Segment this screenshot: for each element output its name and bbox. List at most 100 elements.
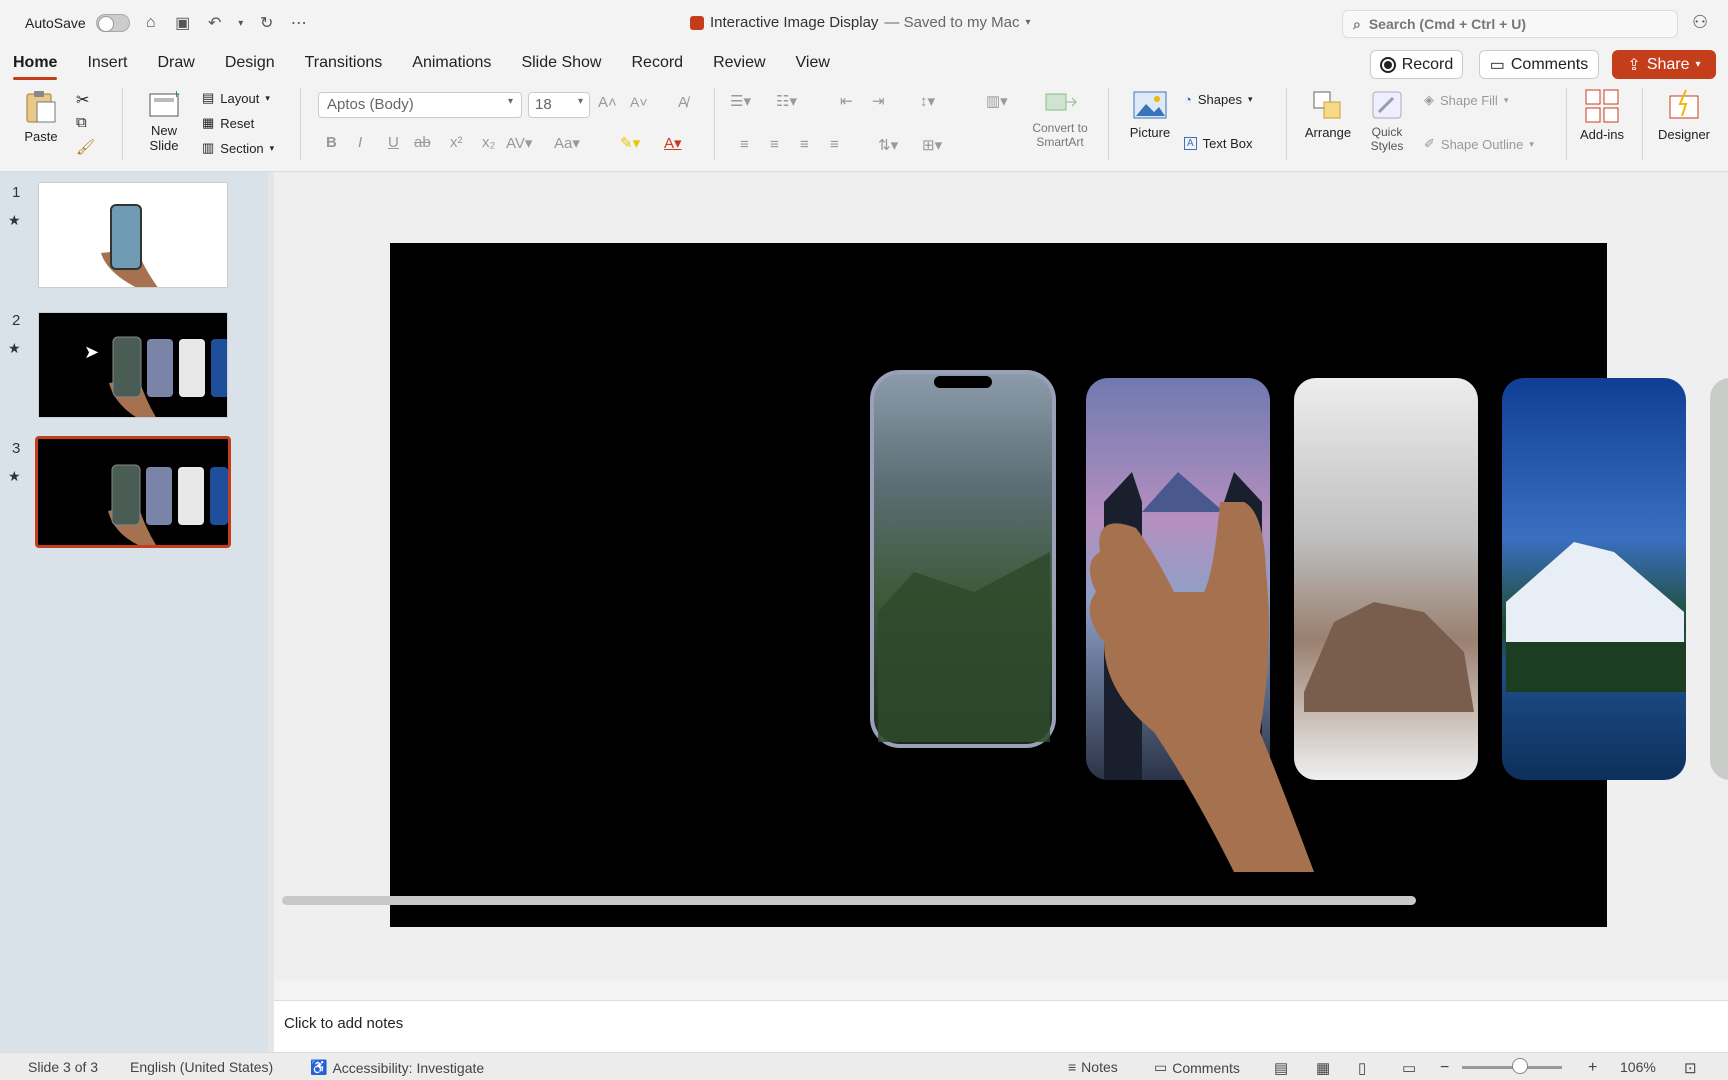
tab-view[interactable]: View — [796, 46, 844, 82]
notes-toggle[interactable]: ≡ Notes — [1068, 1059, 1118, 1075]
save-icon[interactable]: ▣ — [172, 13, 194, 33]
layout-button[interactable]: ▤ Layout ▾ — [202, 90, 270, 106]
normal-view-icon[interactable]: ▤ — [1274, 1059, 1288, 1077]
font-size-select[interactable]: 18 ▾ — [528, 92, 590, 118]
slide-thumbnail-1[interactable] — [38, 182, 228, 288]
ribbon: Paste ✂ ⧉ 🖌 + New Slide ▤ Layout ▾ ▦ Res… — [0, 82, 1728, 172]
justify-icon[interactable]: ≡ — [830, 136, 839, 153]
document-title[interactable]: Interactive Image Display — Saved to my … — [690, 14, 1030, 31]
convert-label-2: SmartArt — [1036, 135, 1084, 149]
more-icon[interactable]: ⋯ — [288, 13, 310, 33]
grow-font-icon[interactable]: A˄ — [598, 94, 617, 111]
record-button[interactable]: Record — [1370, 50, 1463, 79]
align-left-icon[interactable]: ≡ — [740, 136, 749, 153]
layout-icon: ▤ — [202, 90, 215, 105]
add-ins-icon — [1585, 89, 1619, 123]
autosave-toggle[interactable] — [95, 14, 130, 32]
convert-smartart-button[interactable]: Convert to SmartArt — [1026, 88, 1094, 149]
accessibility-icon: ♿ — [310, 1059, 328, 1075]
columns-icon[interactable]: ▥▾ — [986, 92, 1008, 110]
tab-transitions[interactable]: Transitions — [305, 46, 397, 82]
superscript-icon[interactable]: x² — [450, 134, 463, 151]
shape-outline-button[interactable]: ✐ Shape Outline ▾ — [1424, 136, 1534, 152]
subscript-icon[interactable]: x₂ — [482, 134, 495, 151]
format-painter-icon[interactable]: 🖌 — [76, 138, 95, 156]
tab-animations[interactable]: Animations — [412, 46, 505, 82]
italic-icon[interactable]: I — [358, 134, 362, 151]
designer-button[interactable]: Designer — [1652, 88, 1716, 142]
quick-styles-button[interactable]: Quick Styles — [1362, 88, 1412, 153]
decrease-indent-icon[interactable]: ⇤ — [840, 92, 853, 110]
slide-thumbnail-2[interactable] — [38, 312, 228, 418]
highlight-icon[interactable]: ✎▾ — [620, 134, 640, 152]
comments-toggle[interactable]: ▭ Comments — [1154, 1059, 1240, 1076]
slide-sorter-icon[interactable]: ▦ — [1316, 1059, 1330, 1077]
shape-fill-button[interactable]: ◈ Shape Fill ▾ — [1424, 92, 1508, 108]
section-button[interactable]: ▥ Section ▾ — [202, 140, 274, 156]
language-status[interactable]: English (United States) — [130, 1059, 273, 1075]
arrange-button[interactable]: Arrange — [1298, 88, 1358, 140]
tab-insert[interactable]: Insert — [87, 46, 141, 82]
underline-icon[interactable]: U — [388, 134, 399, 151]
horizontal-scrollbar[interactable] — [282, 896, 1416, 905]
home-icon[interactable]: ⌂ — [140, 14, 162, 32]
line-spacing-icon[interactable]: ↕▾ — [920, 92, 935, 110]
comments-button[interactable]: ▭ Comments — [1479, 50, 1599, 79]
numbering-icon[interactable]: ☷▾ — [776, 92, 797, 110]
increase-indent-icon[interactable]: ⇥ — [872, 92, 885, 110]
align-right-icon[interactable]: ≡ — [800, 136, 809, 153]
undo-icon[interactable]: ↶ — [204, 13, 226, 33]
monastery-image-card — [1294, 378, 1478, 780]
slide-show-icon[interactable]: ▭ — [1402, 1059, 1416, 1077]
copy-icon[interactable]: ⧉ — [76, 114, 87, 131]
tab-home[interactable]: Home — [13, 46, 71, 82]
paste-button[interactable]: Paste — [18, 88, 64, 144]
tab-slide-show[interactable]: Slide Show — [521, 46, 615, 82]
bullets-icon[interactable]: ☰▾ — [730, 92, 751, 110]
change-case-icon[interactable]: Aa▾ — [554, 134, 580, 152]
accessibility-status[interactable]: ♿ Accessibility: Investigate — [310, 1059, 484, 1076]
phone-notch — [934, 376, 992, 388]
tab-review[interactable]: Review — [713, 46, 779, 82]
tab-record[interactable]: Record — [631, 46, 697, 82]
bold-icon[interactable]: B — [326, 134, 337, 151]
picture-button[interactable]: Picture — [1120, 88, 1180, 140]
align-text-icon[interactable]: ⊞▾ — [922, 136, 942, 154]
section-icon: ▥ — [202, 140, 215, 155]
zoom-out-icon[interactable]: − — [1440, 1059, 1449, 1077]
shapes-button[interactable]: ◔ Shapes ▾ — [1184, 92, 1252, 107]
chevron-down-icon: ▾ — [265, 92, 270, 103]
notes-icon: ≡ — [1068, 1059, 1077, 1075]
redo-icon[interactable]: ↻ — [256, 13, 278, 33]
text-box-button[interactable]: A Text Box — [1184, 136, 1253, 151]
tab-draw[interactable]: Draw — [157, 46, 208, 82]
zoom-in-icon[interactable]: + — [1588, 1059, 1597, 1077]
font-name-select[interactable]: Aptos (Body) ▾ — [318, 92, 522, 118]
font-name-value: Aptos (Body) — [327, 96, 414, 113]
search-input[interactable]: ⌕ Search (Cmd + Ctrl + U) — [1342, 10, 1678, 38]
add-ins-button[interactable]: Add-ins — [1572, 88, 1632, 142]
clear-format-icon[interactable]: A̸ — [678, 94, 688, 111]
tab-design[interactable]: Design — [225, 46, 289, 82]
account-icon[interactable]: ⚇ — [1692, 12, 1708, 33]
notes-pane[interactable]: Click to add notes — [274, 1000, 1728, 1052]
new-slide-button[interactable]: + New Slide — [138, 88, 190, 153]
character-spacing-icon[interactable]: AV▾ — [506, 134, 532, 152]
text-direction-icon[interactable]: ⇅▾ — [878, 136, 898, 154]
cut-icon[interactable]: ✂ — [76, 90, 89, 110]
reset-button[interactable]: ▦ Reset — [202, 115, 254, 131]
font-color-icon[interactable]: A▾ — [664, 134, 682, 152]
new-slide-icon: + — [149, 88, 180, 117]
zoom-level[interactable]: 106% — [1620, 1059, 1656, 1075]
chevron-down-icon[interactable]: ▾ — [236, 18, 246, 29]
strikethrough-icon[interactable]: ab — [414, 134, 431, 151]
align-center-icon[interactable]: ≡ — [770, 136, 779, 153]
reading-view-icon[interactable]: ▯ — [1358, 1059, 1366, 1077]
text-box-label: Text Box — [1202, 136, 1253, 151]
slide-editing-area — [274, 172, 1728, 980]
zoom-slider-thumb[interactable] — [1512, 1058, 1528, 1074]
share-button[interactable]: ⇪ Share ▾ — [1612, 50, 1716, 79]
slide-thumbnail-3[interactable] — [35, 436, 231, 548]
fit-to-window-icon[interactable]: ⊡ — [1684, 1059, 1697, 1077]
shrink-font-icon[interactable]: A˅ — [630, 94, 648, 110]
